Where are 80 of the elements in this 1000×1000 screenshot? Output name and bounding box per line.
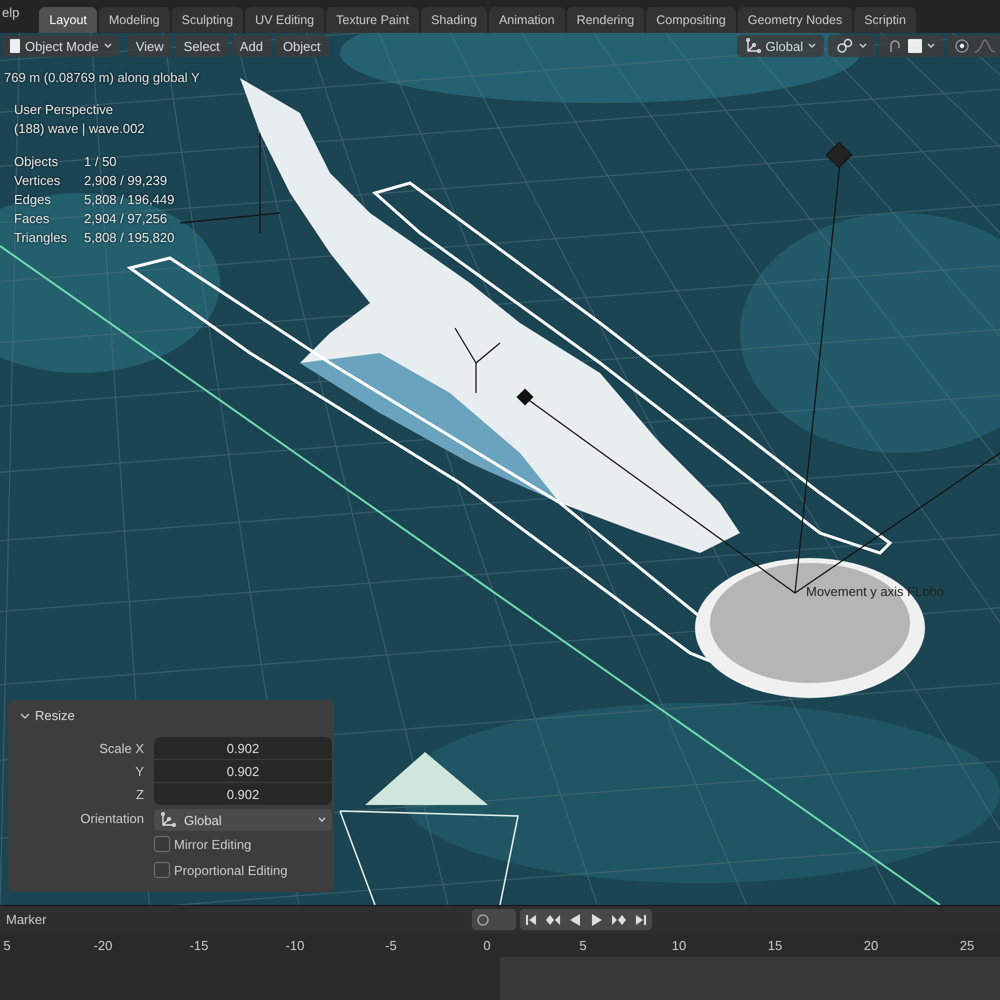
stat-value: 5,808 / 195,820	[84, 230, 174, 245]
stat-label: Triangles	[14, 230, 68, 245]
help-menu[interactable]: elp	[0, 5, 38, 28]
jump-start-icon	[525, 914, 537, 926]
frame-number: 15	[766, 938, 784, 952]
frame-number: 5	[2, 938, 12, 952]
play-icon	[591, 914, 603, 926]
falloff-curve-icon	[974, 39, 996, 53]
caret-icon	[104, 43, 112, 49]
stat-value: 2,904 / 97,256	[84, 211, 168, 226]
stat-label: Edges	[14, 192, 52, 207]
editor-type-icon	[10, 39, 20, 53]
snap-toggle[interactable]	[879, 35, 944, 57]
stat-label: Vertices	[14, 173, 62, 188]
proportional-toggle[interactable]	[947, 35, 1000, 57]
caret-icon	[927, 43, 936, 49]
chevron-icon	[20, 712, 30, 720]
frame-number: 25	[958, 938, 976, 952]
frame-number: 5	[578, 938, 588, 952]
workspace-tab[interactable]: Animation	[488, 7, 565, 33]
object-name-label: Movement y axis FLobo	[806, 584, 944, 599]
workspace-tab[interactable]: Scriptin	[854, 7, 916, 33]
field-label: Y	[134, 763, 144, 781]
caret-icon	[318, 817, 326, 823]
frame-number: 20	[862, 938, 880, 952]
panel-header[interactable]: Resize	[20, 708, 326, 723]
workspace-tab[interactable]: Shading	[421, 7, 487, 33]
workspace-tab[interactable]: Compositing	[646, 7, 736, 33]
menu-button[interactable]: Select	[176, 35, 228, 57]
menu-button[interactable]: View	[128, 35, 172, 57]
checkbox[interactable]	[154, 862, 170, 878]
frame-number: -10	[284, 938, 306, 952]
object-info: (188) wave | wave.002	[14, 121, 146, 136]
linked-circles-icon	[836, 38, 854, 54]
frame-number: 10	[670, 938, 688, 952]
dot-circle-icon	[955, 39, 970, 53]
menu-button[interactable]: Add	[232, 35, 271, 57]
next-keyframe-icon	[611, 914, 627, 926]
pivot-dropdown[interactable]	[828, 35, 876, 57]
workspace-tab[interactable]: Sculpting	[172, 7, 244, 33]
workspace-tab[interactable]: Texture Paint	[326, 7, 420, 33]
frame-number: 0	[482, 938, 492, 952]
workspace-tab[interactable]: Modeling	[98, 7, 170, 33]
caret-icon	[859, 43, 868, 49]
stat-label: Faces	[14, 211, 50, 226]
stat-label: Objects	[14, 154, 60, 169]
jump-end-icon	[635, 914, 647, 926]
stat-value: 5,808 / 196,449	[84, 192, 174, 207]
field-label: Z	[135, 786, 144, 804]
view-name: User Perspective	[14, 102, 114, 117]
frame-number: -20	[92, 938, 114, 952]
frame-number: -5	[384, 938, 398, 952]
workspace-tab[interactable]: Rendering	[566, 7, 644, 33]
stat-value: 1 / 50	[84, 154, 118, 169]
axes-icon	[160, 812, 176, 828]
checkbox-label: Mirror Editing	[174, 836, 252, 852]
axes-icon	[744, 38, 761, 54]
workspace-tab[interactable]: UV Editing	[245, 7, 324, 33]
number-field[interactable]: 0.902	[154, 760, 332, 783]
field-label: Orientation	[79, 810, 144, 828]
frame-number: -15	[188, 938, 210, 952]
marker-menu[interactable]: Marker	[0, 912, 46, 927]
record-icon	[477, 914, 489, 926]
play-reverse-icon	[569, 914, 581, 926]
workspace-tab[interactable]: Layout	[39, 7, 97, 33]
stat-value: 2,908 / 99,239	[84, 173, 168, 188]
number-field[interactable]: 0.902	[154, 783, 332, 806]
number-field[interactable]: 0.902	[154, 737, 332, 760]
workspace-tab[interactable]: Geometry Nodes	[738, 7, 852, 33]
operator-status-text: 769 m (0.08769 m) along global Y	[4, 70, 200, 85]
caret-icon	[808, 43, 816, 49]
mode-dropdown[interactable]: Object Mode	[2, 35, 120, 57]
menu-button[interactable]: Object	[274, 35, 329, 57]
orientation-dropdown[interactable]: Global	[736, 35, 824, 57]
orientation-dropdown[interactable]: Global	[154, 809, 332, 831]
prev-keyframe-icon	[545, 914, 561, 926]
field-label: Scale X	[98, 740, 144, 758]
checkbox-label: Proportional Editing	[174, 862, 288, 878]
checkbox[interactable]	[154, 836, 170, 852]
snap-target-icon	[908, 39, 922, 53]
